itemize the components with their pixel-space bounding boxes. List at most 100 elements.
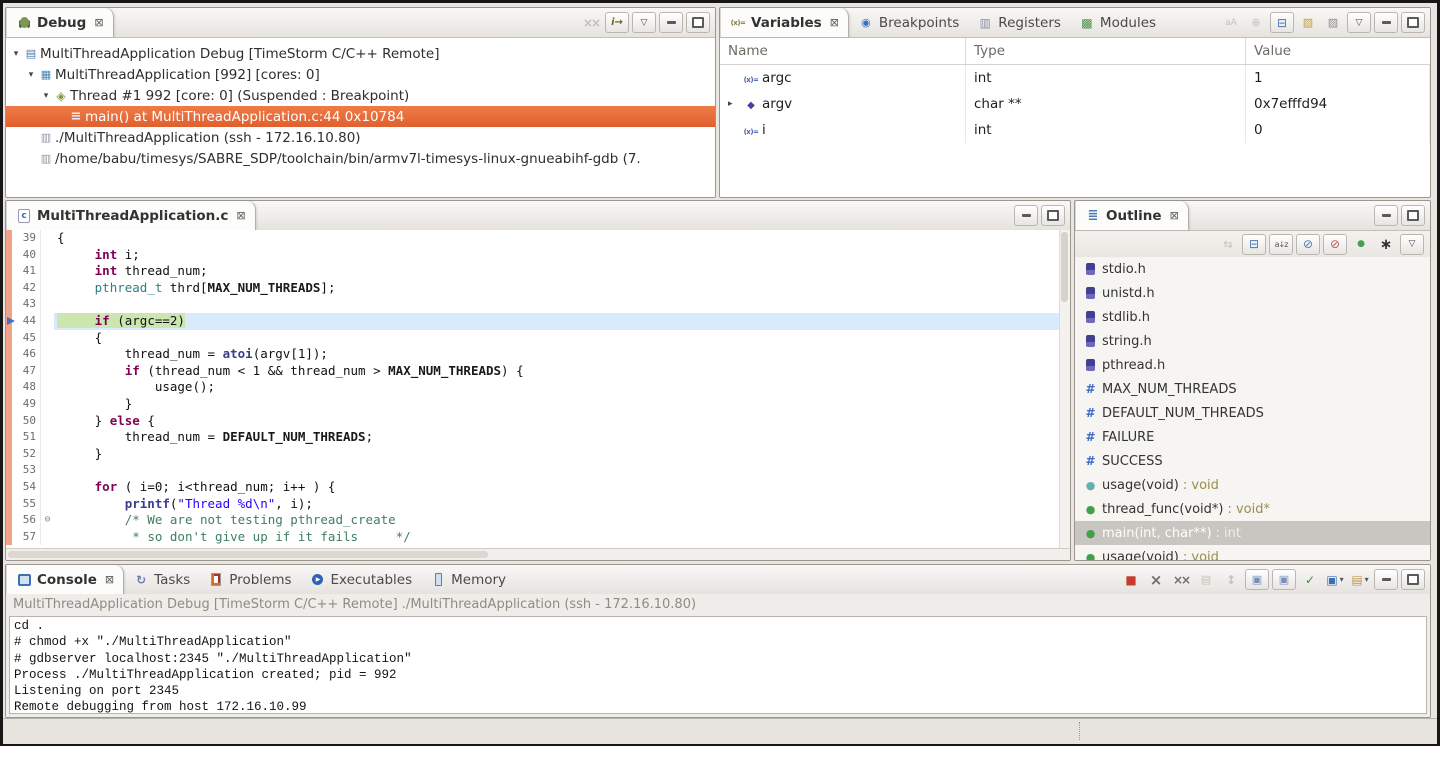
show-logical-structure-icon[interactable] <box>1245 13 1267 32</box>
open-console-icon[interactable]: ▾ <box>1349 570 1371 589</box>
debug-tree-row[interactable]: ./MultiThreadApplication (ssh - 172.16.1… <box>6 127 715 148</box>
code-line[interactable]: 42 pthread_t thrd[MAX_NUM_THREADS]; <box>6 280 1060 297</box>
minimize-icon[interactable] <box>1374 12 1398 33</box>
line-number[interactable]: 54 <box>6 479 40 496</box>
line-number[interactable]: 52 <box>6 446 40 463</box>
link-with-debug-icon[interactable] <box>1322 13 1344 32</box>
show-stderr-icon[interactable] <box>1272 569 1296 590</box>
display-console-icon[interactable]: ▾ <box>1324 570 1346 589</box>
hide-non-public-members-icon[interactable] <box>1350 235 1372 254</box>
tab-console[interactable]: Console⊠ <box>6 565 124 594</box>
variable-row[interactable]: argcint1 <box>720 65 1430 91</box>
debug-tree-row[interactable]: main() at MultiThreadApplication.c:44 0x… <box>6 106 715 127</box>
tree-expander-icon[interactable]: ▾ <box>40 91 52 101</box>
hide-fields-icon[interactable] <box>1296 234 1320 255</box>
collapse-all-icon[interactable] <box>1242 234 1266 255</box>
minimize-icon[interactable] <box>1374 205 1398 226</box>
dropdown-caret-icon[interactable]: ▾ <box>1340 575 1344 584</box>
tree-expander-icon[interactable]: ▾ <box>10 49 22 59</box>
outline-item[interactable]: FAILURE <box>1075 425 1430 449</box>
outline-item[interactable]: usage(void): void <box>1075 473 1430 497</box>
maximize-icon[interactable] <box>1041 205 1065 226</box>
line-number[interactable]: 51 <box>6 429 40 446</box>
debug-tree-row[interactable]: ▾MultiThreadApplication Debug [TimeStorm… <box>6 43 715 64</box>
maximize-icon[interactable] <box>1401 569 1425 590</box>
close-tab-icon[interactable]: ⊠ <box>1170 209 1179 222</box>
show-type-names-icon[interactable] <box>1220 13 1242 32</box>
dropdown-caret-icon[interactable]: ▾ <box>1365 575 1369 584</box>
line-number[interactable]: 42 <box>6 280 40 297</box>
code-line[interactable]: 43 <box>6 296 1060 313</box>
tab-variables[interactable]: Variables⊠ <box>720 8 849 37</box>
code-line[interactable]: 45 { <box>6 330 1060 347</box>
debug-tree-row[interactable]: ▾Thread #1 992 [core: 0] (Suspended : Br… <box>6 85 715 106</box>
tab-registers[interactable]: Registers <box>968 8 1070 37</box>
outline-item[interactable]: pthread.h <box>1075 353 1430 377</box>
outline-list[interactable]: stdio.hunistd.hstdlib.hstring.hpthread.h… <box>1075 257 1430 560</box>
code-line[interactable]: 57 * so don't give up if it fails */ <box>6 529 1060 546</box>
tree-expander-icon[interactable]: ▾ <box>25 70 37 80</box>
line-number[interactable]: 41 <box>6 263 40 280</box>
sort-icon[interactable] <box>1269 234 1293 255</box>
line-number[interactable]: 47 <box>6 363 40 380</box>
code-line[interactable]: 47 if (thread_num < 1 && thread_num > MA… <box>6 363 1060 380</box>
minimize-icon[interactable] <box>1014 205 1038 226</box>
pin-console-icon[interactable] <box>1299 570 1321 589</box>
editor-horizontal-scrollbar[interactable] <box>6 548 1070 560</box>
code-line[interactable]: 44 if (argc==2) <box>6 313 1060 330</box>
column-header-type[interactable]: Type <box>966 38 1246 64</box>
line-number[interactable]: 46 <box>6 346 40 363</box>
link-with-editor-icon[interactable] <box>1217 235 1239 254</box>
remove-all-terminated-icon[interactable] <box>1170 570 1192 589</box>
code-line[interactable]: 52 } <box>6 446 1060 463</box>
tab-tasks[interactable]: Tasks <box>124 565 199 594</box>
maximize-icon[interactable] <box>1401 12 1425 33</box>
tab-modules[interactable]: Modules <box>1070 8 1165 37</box>
outline-item[interactable]: SUCCESS <box>1075 449 1430 473</box>
hide-inactive-icon[interactable] <box>1375 235 1397 254</box>
code-line[interactable]: 56⊖ /* We are not testing pthread_create <box>6 512 1060 529</box>
tab-problems[interactable]: Problems <box>199 565 300 594</box>
line-number[interactable]: 49 <box>6 396 40 413</box>
line-number[interactable]: 53 <box>6 462 40 479</box>
new-variables-view-icon[interactable] <box>1297 13 1319 32</box>
maximize-icon[interactable] <box>686 12 710 33</box>
tab-executables[interactable]: Executables <box>301 565 422 594</box>
code-line[interactable]: 53 <box>6 462 1060 479</box>
minimize-icon[interactable] <box>1374 569 1398 590</box>
outline-item[interactable]: thread_func(void*): void* <box>1075 497 1430 521</box>
outline-item[interactable]: MAX_NUM_THREADS <box>1075 377 1430 401</box>
code-line[interactable]: 48 usage(); <box>6 379 1060 396</box>
code-line[interactable]: 41 int thread_num; <box>6 263 1060 280</box>
outline-item[interactable]: DEFAULT_NUM_THREADS <box>1075 401 1430 425</box>
outline-item[interactable]: unistd.h <box>1075 281 1430 305</box>
close-tab-icon[interactable]: ⊠ <box>830 16 839 29</box>
code-line[interactable]: 51 thread_num = DEFAULT_NUM_THREADS; <box>6 429 1060 446</box>
tab-outline[interactable]: Outline⊠ <box>1075 201 1189 230</box>
line-number[interactable]: 45 <box>6 330 40 347</box>
code-editor[interactable]: 39{40 int i;41 int thread_num;42 pthread… <box>6 230 1070 549</box>
variable-row[interactable]: iint0 <box>720 117 1430 143</box>
debug-launch-tree[interactable]: ▾MultiThreadApplication Debug [TimeStorm… <box>6 38 715 169</box>
line-number[interactable]: 50 <box>6 413 40 430</box>
line-number[interactable]: 57 <box>6 529 40 546</box>
minimize-icon[interactable] <box>659 12 683 33</box>
outline-item[interactable]: string.h <box>1075 329 1430 353</box>
outline-item[interactable]: usage(void): void <box>1075 545 1430 560</box>
line-number[interactable]: 48 <box>6 379 40 396</box>
line-number[interactable]: 39 <box>6 230 40 247</box>
code-line[interactable]: 39{ <box>6 230 1060 247</box>
debug-tree-row[interactable]: ▾MultiThreadApplication [992] [cores: 0] <box>6 64 715 85</box>
code-line[interactable]: 54 for ( i=0; i<thread_num; i++ ) { <box>6 479 1060 496</box>
scroll-lock-icon[interactable] <box>1220 570 1242 589</box>
column-header-value[interactable]: Value <box>1246 38 1430 64</box>
line-number[interactable]: 40 <box>6 247 40 264</box>
tab-memory[interactable]: Memory <box>421 565 515 594</box>
instruction-stepping-icon[interactable] <box>605 12 629 33</box>
debug-tree-row[interactable]: /home/babu/timesys/SABRE_SDP/toolchain/b… <box>6 148 715 169</box>
view-menu-icon[interactable] <box>632 12 656 33</box>
remove-launch-icon[interactable] <box>1145 570 1167 589</box>
fold-collapse-icon[interactable]: ⊖ <box>40 512 54 529</box>
outline-item[interactable]: main(int, char**): int <box>1075 521 1430 545</box>
tab-multithreadapplication-c[interactable]: MultiThreadApplication.c⊠ <box>6 201 256 230</box>
